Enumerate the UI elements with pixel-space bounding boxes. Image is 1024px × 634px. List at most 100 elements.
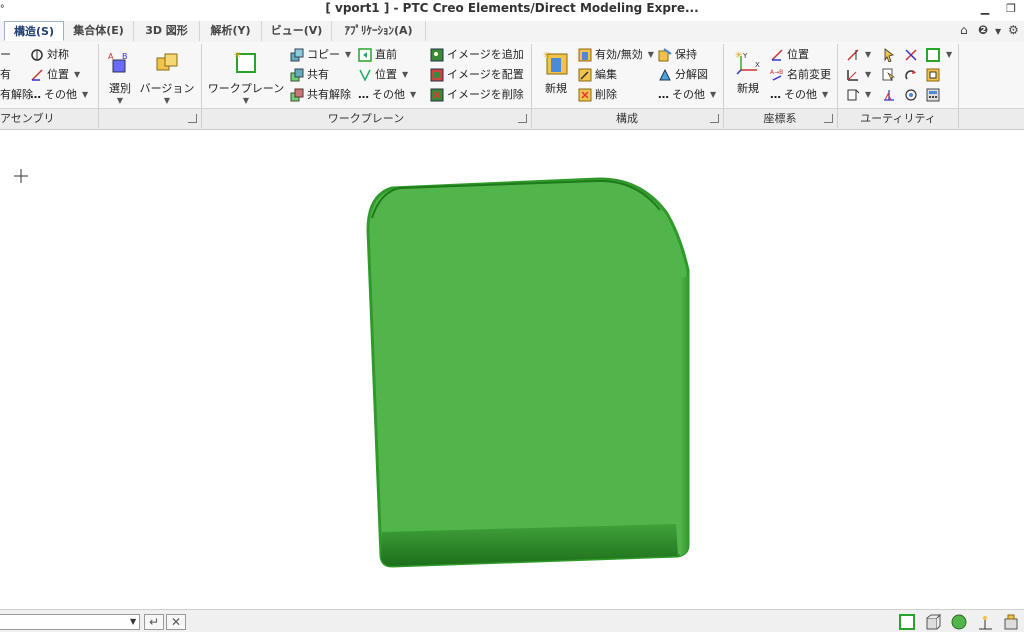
rename-icon: A→B bbox=[770, 68, 784, 82]
coords-new-button[interactable]: Y X ✳ 新規 bbox=[732, 50, 764, 96]
coords-item-more[interactable]: … その他 ▼ bbox=[770, 86, 828, 104]
enter-icon: ↵ bbox=[148, 615, 160, 629]
tab-analysis[interactable]: 解析(Y) bbox=[200, 21, 262, 41]
3d-viewport[interactable] bbox=[0, 130, 1024, 608]
tab-view[interactable]: ビュー(V) bbox=[262, 21, 332, 41]
keep-icon bbox=[658, 48, 672, 62]
workplane-toggle-dropdown-icon[interactable]: ▼ bbox=[946, 50, 952, 59]
position-icon bbox=[30, 68, 44, 82]
pointer-icon[interactable] bbox=[882, 48, 896, 63]
transform-icon[interactable] bbox=[904, 48, 918, 62]
toggle-icon bbox=[578, 48, 592, 62]
assembly-item-unshare[interactable]: 有解除 bbox=[0, 86, 33, 104]
enter-button[interactable]: ↵ bbox=[144, 614, 164, 630]
edit-icon bbox=[578, 68, 592, 82]
coordinate-system-icon: Y X ✳ bbox=[735, 50, 761, 76]
tab-application[interactable]: ｱﾌﾟﾘｹｰｼｮﾝ(A) bbox=[332, 21, 426, 41]
utility-angle-button[interactable]: ▼ bbox=[846, 66, 871, 84]
version-icon bbox=[154, 50, 180, 76]
collapse-ribbon-icon[interactable]: ⌂ bbox=[960, 23, 968, 37]
select-button[interactable]: AB 選別 ▼ bbox=[104, 50, 136, 105]
image-add[interactable]: イメージを追加 bbox=[430, 46, 524, 64]
rotate-icon[interactable] bbox=[904, 68, 918, 82]
help-icon[interactable]: ❷ bbox=[978, 23, 988, 37]
workplane-item-unshare[interactable]: 共有解除 bbox=[290, 86, 351, 104]
assembly-item-position[interactable]: 位置 ▼ bbox=[30, 66, 80, 84]
svg-text:✳: ✳ bbox=[543, 51, 551, 61]
package-icon[interactable] bbox=[926, 68, 940, 82]
measure-icon bbox=[846, 48, 860, 62]
coords-item-rename[interactable]: A→B 名前変更 bbox=[770, 66, 831, 84]
structure-item-toggle[interactable]: 有効/無効 ▼ bbox=[578, 46, 654, 64]
settings-icon[interactable]: ⚙ bbox=[1008, 23, 1019, 37]
structure-item-edit[interactable]: 編集 bbox=[578, 66, 617, 84]
workplane-icon: ✳ bbox=[233, 50, 259, 76]
workplane-view-icon[interactable] bbox=[898, 613, 916, 631]
command-input[interactable] bbox=[0, 614, 140, 630]
part-view-icon[interactable] bbox=[1002, 613, 1020, 631]
select-icon: AB bbox=[107, 50, 133, 76]
structure-dialog-launcher-icon[interactable] bbox=[710, 114, 719, 123]
workplane-item-previous[interactable]: 直前 bbox=[358, 46, 397, 64]
angle-icon bbox=[846, 68, 860, 82]
select-pointer-icon[interactable] bbox=[882, 68, 896, 82]
section-icon bbox=[846, 88, 860, 102]
structure-item-keep[interactable]: 保持 bbox=[658, 46, 697, 64]
assembly-item-copy[interactable]: ー bbox=[0, 46, 11, 64]
axis-pointer-icon[interactable] bbox=[882, 88, 896, 102]
tab-3d-shape[interactable]: 3D 図形 bbox=[134, 21, 200, 41]
coords-position-icon bbox=[770, 48, 784, 62]
svg-text:Y: Y bbox=[742, 52, 748, 60]
workplane-item-more[interactable]: … その他 ▼ bbox=[358, 86, 416, 104]
structure-new-icon: ✳ bbox=[543, 50, 569, 76]
camera-icon[interactable] bbox=[904, 88, 918, 102]
command-dropdown-icon[interactable]: ▼ bbox=[130, 617, 136, 626]
group-label-utility: ユーティリティ bbox=[860, 112, 936, 125]
cancel-button[interactable]: ✕ bbox=[166, 614, 186, 630]
utility-measure-button[interactable]: ▼ bbox=[846, 46, 871, 64]
structure-item-more[interactable]: … その他 ▼ bbox=[658, 86, 716, 104]
assembly-dialog-launcher-icon[interactable] bbox=[188, 114, 197, 123]
ribbon-tabs: 構造(S) 集合体(E) 3D 図形 解析(Y) ビュー(V) ｱﾌﾟﾘｹｰｼｮ… bbox=[0, 21, 1024, 43]
workplane-item-copy[interactable]: コピー ▼ bbox=[290, 46, 351, 64]
assembly-item-share[interactable]: 有 bbox=[0, 66, 11, 84]
viewport-canvas[interactable] bbox=[0, 130, 1024, 608]
box-view-icon[interactable] bbox=[924, 613, 942, 631]
coords-item-position[interactable]: 位置 bbox=[770, 46, 809, 64]
image-delete[interactable]: イメージを削除 bbox=[430, 86, 524, 104]
group-separator bbox=[531, 44, 532, 128]
shaded-view-icon[interactable] bbox=[950, 613, 968, 631]
axis-view-icon[interactable] bbox=[976, 613, 994, 631]
structure-item-explode[interactable]: 分解図 bbox=[658, 66, 708, 84]
help-dropdown-icon[interactable]: ▼ bbox=[995, 27, 1001, 36]
utility-section-button[interactable]: ▼ bbox=[846, 86, 871, 104]
version-button[interactable]: バージョン ▼ bbox=[138, 50, 196, 105]
coords-dialog-launcher-icon[interactable] bbox=[824, 114, 833, 123]
structure-item-delete[interactable]: 削除 bbox=[578, 86, 617, 104]
image-add-icon bbox=[430, 48, 444, 62]
previous-icon bbox=[358, 48, 372, 62]
group-separator bbox=[98, 44, 99, 128]
tab-structure[interactable]: 構造(S) bbox=[4, 21, 64, 41]
workplane-item-share[interactable]: 共有 bbox=[290, 66, 329, 84]
workplane-button[interactable]: ✳ ワークプレーン ▼ bbox=[206, 50, 286, 105]
workplane-dialog-launcher-icon[interactable] bbox=[518, 114, 527, 123]
assembly-item-more[interactable]: … その他 ▼ bbox=[30, 86, 88, 104]
structure-new-button[interactable]: ✳ 新規 bbox=[540, 50, 572, 96]
calculator-icon[interactable] bbox=[926, 88, 940, 102]
group-separator bbox=[958, 44, 959, 128]
minimize-icon[interactable]: ▁ bbox=[978, 2, 992, 16]
tab-assembly[interactable]: 集合体(E) bbox=[64, 21, 134, 41]
group-separator bbox=[837, 44, 838, 128]
copy-icon bbox=[290, 48, 304, 62]
workplane-item-position[interactable]: 位置 ▼ bbox=[358, 66, 408, 84]
delete-icon bbox=[578, 88, 592, 102]
workplane-toggle-icon[interactable] bbox=[926, 48, 940, 62]
group-label-coords: 座標系 bbox=[763, 112, 797, 125]
restore-icon[interactable]: ❐ bbox=[1004, 2, 1018, 16]
assembly-item-mirror[interactable]: 対称 bbox=[30, 46, 69, 64]
image-delete-icon bbox=[430, 88, 444, 102]
mirror-icon bbox=[30, 48, 44, 62]
image-place[interactable]: イメージを配置 bbox=[430, 66, 524, 84]
3d-part[interactable] bbox=[366, 177, 690, 568]
